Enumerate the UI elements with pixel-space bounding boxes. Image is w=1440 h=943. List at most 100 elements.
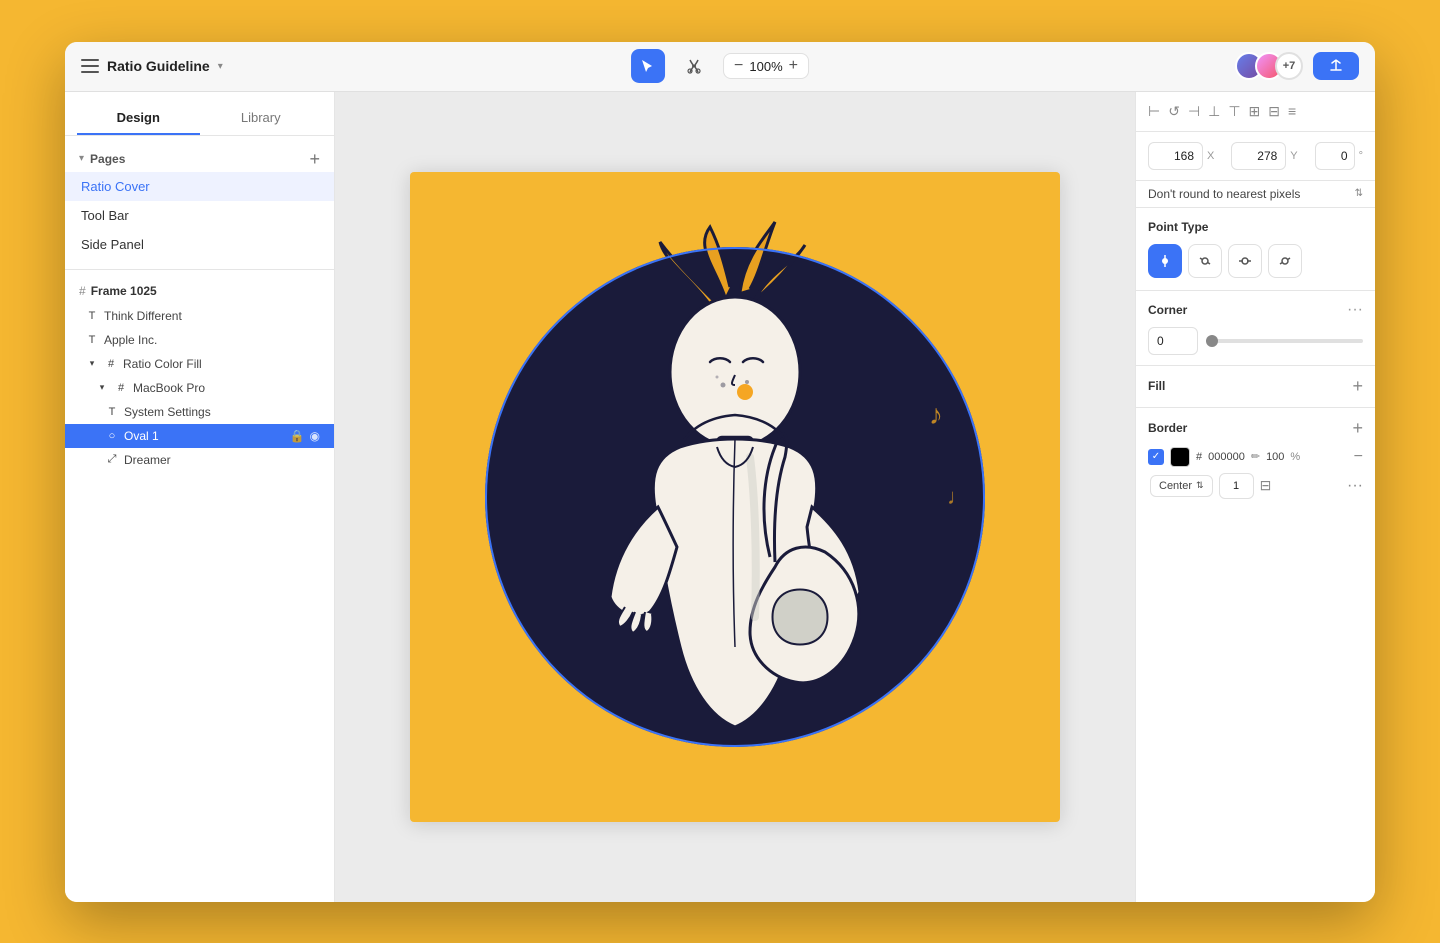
corner-slider[interactable] [1206, 339, 1363, 343]
lock-icon: 🔒 [290, 429, 305, 443]
border-lines-icon: ⊟ [1260, 477, 1272, 494]
grid-icon[interactable]: ⊟ [1268, 103, 1280, 120]
coords-section: X Y ° [1136, 132, 1375, 181]
pages-header-left: ▾ Pages [79, 152, 125, 166]
border-more-icon[interactable]: ··· [1347, 477, 1363, 495]
title-bar-center: − 100% + [631, 49, 809, 83]
layer-extra-icons: 🔒 ◉ [290, 429, 320, 443]
page-item-side-panel[interactable]: Side Panel [65, 230, 334, 259]
menu-icon[interactable]: ≡ [1288, 103, 1296, 120]
fill-label: Fill [1148, 379, 1165, 393]
corner-input[interactable] [1148, 327, 1198, 355]
oval-icon: ○ [105, 430, 119, 442]
border-hex-value: # [1196, 451, 1202, 463]
zoom-out-button[interactable]: − [734, 58, 743, 74]
distribute-h-icon[interactable]: ⊥ [1208, 103, 1220, 120]
corner-title: Corner [1148, 303, 1187, 317]
y-label: Y [1290, 150, 1297, 162]
border-section: Border + ✓ # 000000 ✏ 100 % − [1136, 408, 1375, 509]
avatar-stack: +7 [1235, 52, 1303, 80]
canvas-area[interactable]: ♪ ♩ [335, 92, 1135, 902]
border-label: Border [1148, 421, 1187, 435]
border-pencil-icon[interactable]: ✏ [1251, 450, 1260, 463]
angle-field: ° [1315, 142, 1363, 170]
frame-header[interactable]: # Frame 1025 [65, 278, 334, 304]
border-color-swatch[interactable] [1170, 447, 1190, 467]
zoom-in-button[interactable]: + [789, 58, 798, 74]
border-sub-row: Center ⇅ ⊟ ··· [1148, 473, 1363, 499]
angle-input[interactable] [1315, 142, 1355, 170]
add-border-button[interactable]: + [1352, 418, 1363, 439]
layer-dreamer[interactable]: ⤢ Dreamer [65, 448, 334, 472]
right-top-toolbar: ⊢ ↺ ⊣ ⊥ ⊤ ⊞ ⊟ ≡ [1136, 92, 1375, 132]
x-input[interactable] [1148, 142, 1203, 170]
align-center-icon[interactable]: ↺ [1168, 103, 1180, 120]
text-icon: T [85, 310, 99, 322]
layer-label: Ratio Color Fill [123, 357, 202, 371]
add-fill-button[interactable]: + [1352, 376, 1363, 397]
point-type-btn-3[interactable] [1228, 244, 1262, 278]
border-color-row: ✓ # 000000 ✏ 100 % − [1148, 447, 1363, 467]
layer-apple-inc[interactable]: T Apple Inc. [65, 328, 334, 352]
corner-section: Corner ··· [1136, 291, 1375, 366]
title-bar-right: +7 [1235, 52, 1359, 80]
border-remove-button[interactable]: − [1354, 448, 1363, 466]
page-item-tool-bar[interactable]: Tool Bar [65, 201, 334, 230]
pages-section-header[interactable]: ▾ Pages + [65, 146, 334, 172]
app-title: Ratio Guideline [107, 58, 210, 74]
border-width-input[interactable] [1219, 473, 1254, 499]
angle-symbol: ° [1359, 150, 1363, 162]
distribute-v-icon[interactable]: ⊤ [1228, 103, 1240, 120]
text-icon-2: T [85, 334, 99, 346]
zoom-control: − 100% + [723, 53, 809, 79]
border-opacity-value: 100 [1266, 451, 1284, 463]
border-checkbox[interactable]: ✓ [1148, 449, 1164, 465]
pixel-dropdown[interactable]: Don't round to nearest pixels ⇅ [1136, 181, 1375, 208]
share-button[interactable] [1313, 52, 1359, 80]
layer-oval-1[interactable]: ○ Oval 1 🔒 ◉ [65, 424, 334, 448]
avatar-count: +7 [1275, 52, 1303, 80]
border-header-row: Border + [1148, 418, 1363, 439]
layer-label: Apple Inc. [104, 333, 157, 347]
layer-label: Dreamer [124, 453, 171, 467]
link-icon: ⤢ [105, 453, 119, 466]
frame-icon-2: # [114, 382, 128, 394]
align-left-icon[interactable]: ⊢ [1148, 103, 1160, 120]
title-chevron: ▾ [218, 61, 223, 72]
border-position-dropdown[interactable]: Center ⇅ [1150, 475, 1213, 497]
add-page-button[interactable]: + [309, 150, 320, 168]
page-item-ratio-cover[interactable]: Ratio Cover [65, 172, 334, 201]
chevron-icon-2: ▾ [95, 382, 109, 393]
select-tool-button[interactable] [631, 49, 665, 83]
corner-more-icon[interactable]: ··· [1347, 301, 1363, 319]
y-input[interactable] [1231, 142, 1286, 170]
right-toolbar-icons: ⊢ ↺ ⊣ ⊥ ⊤ ⊞ ⊟ ≡ [1148, 103, 1296, 120]
tab-library[interactable]: Library [200, 102, 323, 135]
title-bar-left: Ratio Guideline ▾ [81, 58, 223, 74]
more-align-icon[interactable]: ⊞ [1249, 103, 1261, 120]
main-content: Design Library ▾ Pages + Ratio Cover Too… [65, 92, 1375, 902]
align-right-icon[interactable]: ⊣ [1188, 103, 1200, 120]
point-type-btn-1[interactable] [1148, 244, 1182, 278]
border-hex-code: 000000 [1208, 451, 1245, 463]
point-type-title: Point Type [1148, 220, 1208, 234]
character-container [410, 172, 1060, 822]
border-position-chevron: ⇅ [1196, 480, 1204, 491]
scissor-tool-button[interactable] [677, 49, 711, 83]
pages-chevron: ▾ [79, 153, 84, 164]
fill-section: Fill + [1136, 366, 1375, 408]
layer-system-settings[interactable]: T System Settings [65, 400, 334, 424]
x-field: X [1148, 142, 1223, 170]
character-svg [495, 217, 975, 777]
point-type-btn-2[interactable] [1188, 244, 1222, 278]
layer-think-different[interactable]: T Think Different [65, 304, 334, 328]
point-type-btn-4[interactable] [1268, 244, 1302, 278]
pages-label: Pages [90, 152, 125, 166]
eye-icon: ◉ [310, 429, 320, 443]
layer-label: MacBook Pro [133, 381, 205, 395]
hamburger-icon[interactable] [81, 59, 99, 73]
layer-macbook-pro[interactable]: ▾ # MacBook Pro [65, 376, 334, 400]
layer-ratio-color-fill[interactable]: ▾ # Ratio Color Fill [65, 352, 334, 376]
zoom-value: 100% [749, 59, 782, 74]
tab-design[interactable]: Design [77, 102, 200, 135]
